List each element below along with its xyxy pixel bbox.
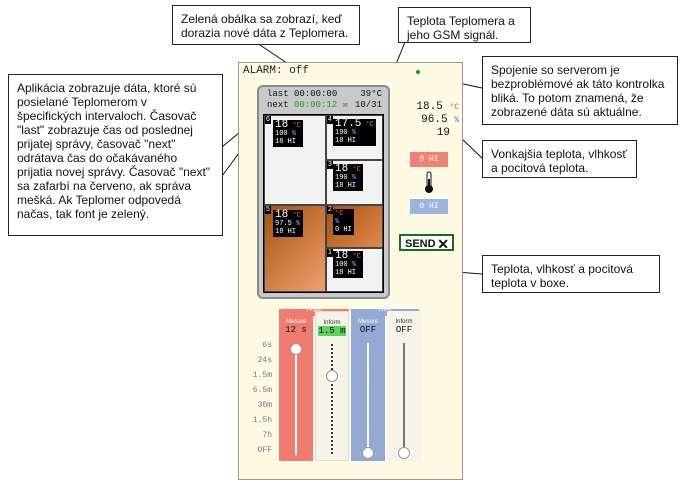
- device-temperature: 39°C: [360, 89, 382, 99]
- box-heat-index: 18 HI: [335, 269, 357, 277]
- box-humidity: 100: [335, 261, 348, 269]
- thermometer-icon: [425, 171, 433, 193]
- box-readings: 18 °C 190 % 18 HI: [333, 163, 363, 191]
- slider-knob[interactable]: [398, 447, 410, 459]
- box-grid: 6 18 °C 100 % 18 HI 4 17.5 °C 190 % 18 H…: [263, 114, 384, 293]
- gps-measure-slider[interactable]: Mesure OFF: [351, 311, 385, 461]
- send-label: SEND: [405, 238, 436, 250]
- outside-readings: 18.5 °C 96.5 % 19: [399, 101, 459, 140]
- box-humidity: 97.5: [275, 220, 292, 228]
- next-label: next: [267, 100, 289, 110]
- slider-value: 12 s: [285, 325, 307, 335]
- next-timer: 00:00:12: [294, 100, 338, 110]
- slider-value: OFF: [395, 325, 413, 335]
- callout-envelope: Zelená obálka sa zobrazí, keď dorazia no…: [172, 5, 360, 45]
- slider-knob[interactable]: [362, 447, 374, 459]
- last-label: last: [267, 89, 289, 99]
- callout-server: Spojenie so serverom je bezproblémové ak…: [482, 56, 678, 125]
- close-icon: ✕: [437, 236, 449, 252]
- box-1[interactable]: 1 18 °C 100 % 18 HI: [326, 248, 383, 292]
- box-readings: 18 °C 97.5 % 18 HI: [273, 209, 303, 237]
- callout-box: Teplota, vlhkosť a pocitová teplota v bo…: [482, 255, 660, 293]
- box-4[interactable]: 4 17.5 °C 190 % 18 HI: [326, 115, 383, 160]
- slider-value: 1.5 m: [318, 326, 346, 336]
- heat-index-top: 0 HI: [410, 152, 448, 167]
- temp-inform-slider[interactable]: Inform 1.5 m: [315, 311, 349, 461]
- outside-humidity: 96.5: [421, 114, 448, 126]
- outside-feels: 19: [436, 127, 450, 139]
- box-heat-index: 18 HI: [275, 228, 297, 236]
- heat-index-bottom: 0 HI: [410, 199, 448, 214]
- last-timer: 00:00:00: [294, 89, 338, 99]
- app-panel: ALARM: off last 00:00:00 39°C next 00:00…: [238, 62, 463, 480]
- box-humidity: 190: [335, 174, 348, 182]
- server-status-dot: [416, 70, 420, 74]
- temp-measure-slider[interactable]: Mesure 12 s: [279, 311, 313, 461]
- envelope-icon: ✉: [342, 100, 349, 110]
- gps-inform-slider[interactable]: Inform OFF: [387, 311, 421, 461]
- outside-temp: 18.5: [416, 101, 443, 113]
- callout-gsm: Teplota Teplomera a jeho GSM signál.: [398, 7, 531, 43]
- callout-outside: Vonkajšia teplota, vlhkosť a pocitová te…: [482, 140, 637, 178]
- box-number: 6: [265, 116, 271, 124]
- box-heat-index: 18 HI: [335, 137, 357, 145]
- interval-scale: 6s 24s 1.5m 6.5m 30m 1.5h 7h OFF: [252, 341, 272, 455]
- device-status-bar: last 00:00:00 39°C next 00:00:12 ✉ 10/31: [267, 89, 382, 111]
- slider-value: OFF: [359, 325, 377, 335]
- gsm-signal: 10/31: [354, 100, 382, 110]
- callout-timers: Aplikácia zobrazuje dáta, ktoré sú posie…: [8, 74, 223, 236]
- box-3[interactable]: 3 18 °C 190 % 18 HI: [326, 160, 383, 205]
- box-readings: 17.5 °C 190 % 18 HI: [333, 118, 377, 146]
- slider-knob[interactable]: [290, 343, 302, 355]
- alarm-status: ALARM: off: [243, 65, 310, 77]
- box-heat-index: 18 HI: [335, 182, 357, 190]
- teplomer-device: last 00:00:00 39°C next 00:00:12 ✉ 10/31…: [257, 85, 390, 299]
- box-humidity: 190: [335, 129, 348, 137]
- box-5[interactable]: 5 18 °C 97.5 % 18 HI: [264, 205, 326, 292]
- send-button[interactable]: SEND ✕: [399, 234, 454, 252]
- box-heat-index: 18 HI: [275, 138, 297, 146]
- box-readings: 18 °C 100 % 18 HI: [333, 250, 363, 278]
- box-2[interactable]: 2 °C % 0 HI: [326, 205, 383, 248]
- box-6[interactable]: 6 18 °C 100 % 18 HI: [264, 115, 326, 205]
- box-heat-index: 0 HI: [335, 226, 352, 234]
- box-readings: °C % 0 HI: [333, 209, 354, 235]
- box-humidity: 100: [275, 130, 288, 138]
- box-readings: 18 °C 100 % 18 HI: [273, 119, 303, 147]
- slider-knob[interactable]: [326, 370, 338, 382]
- box-number: 5: [265, 206, 271, 214]
